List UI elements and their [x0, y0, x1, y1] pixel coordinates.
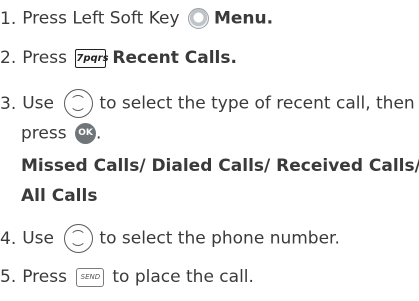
step-text: Press — [22, 267, 67, 287]
step-text: Use — [22, 93, 54, 114]
ok-key-icon: OK — [75, 123, 96, 144]
navigation-key-icon — [64, 224, 94, 253]
step-bold-text: Recent Calls. — [112, 48, 237, 68]
step-3: 3. Use to select the type of recent call,… — [0, 89, 415, 118]
key-7pqrs-icon: 7pqrs — [75, 48, 109, 68]
send-key-icon: SEND — [76, 267, 105, 287]
step-5: 5. Press SEND to place the call. — [0, 267, 254, 287]
call-type-list-line-1: Missed Calls/ Dialed Calls/ Received Cal… — [21, 156, 419, 176]
step-number: 4. — [0, 228, 17, 249]
step-text: Press Left Soft Key — [22, 8, 180, 29]
step-text: Press — [22, 48, 67, 68]
step-number: 1. — [0, 8, 17, 29]
left-soft-key-icon — [187, 8, 209, 29]
step-3-line-2: press OK. — [21, 123, 101, 144]
step-text-after: to select the phone number. — [99, 228, 340, 249]
step-text: press — [21, 123, 67, 144]
step-1: 1. Press Left Soft Key Menu. — [0, 8, 273, 29]
step-number: 2. — [0, 48, 17, 68]
step-text-after: to place the call. — [112, 267, 254, 287]
step-text-end: . — [96, 123, 102, 144]
step-text-after: to select the type of recent call, then — [99, 93, 415, 114]
step-number: 5. — [0, 267, 17, 287]
step-4: 4. Use to select the phone number. — [0, 224, 340, 253]
step-bold-text: Menu. — [213, 8, 274, 29]
call-type-list-line-2: All Calls — [21, 186, 98, 206]
navigation-key-icon — [64, 89, 94, 118]
step-number: 3. — [0, 93, 17, 114]
step-2: 2. Press 7pqrs Recent Calls. — [0, 48, 237, 68]
step-text: Use — [22, 228, 54, 249]
